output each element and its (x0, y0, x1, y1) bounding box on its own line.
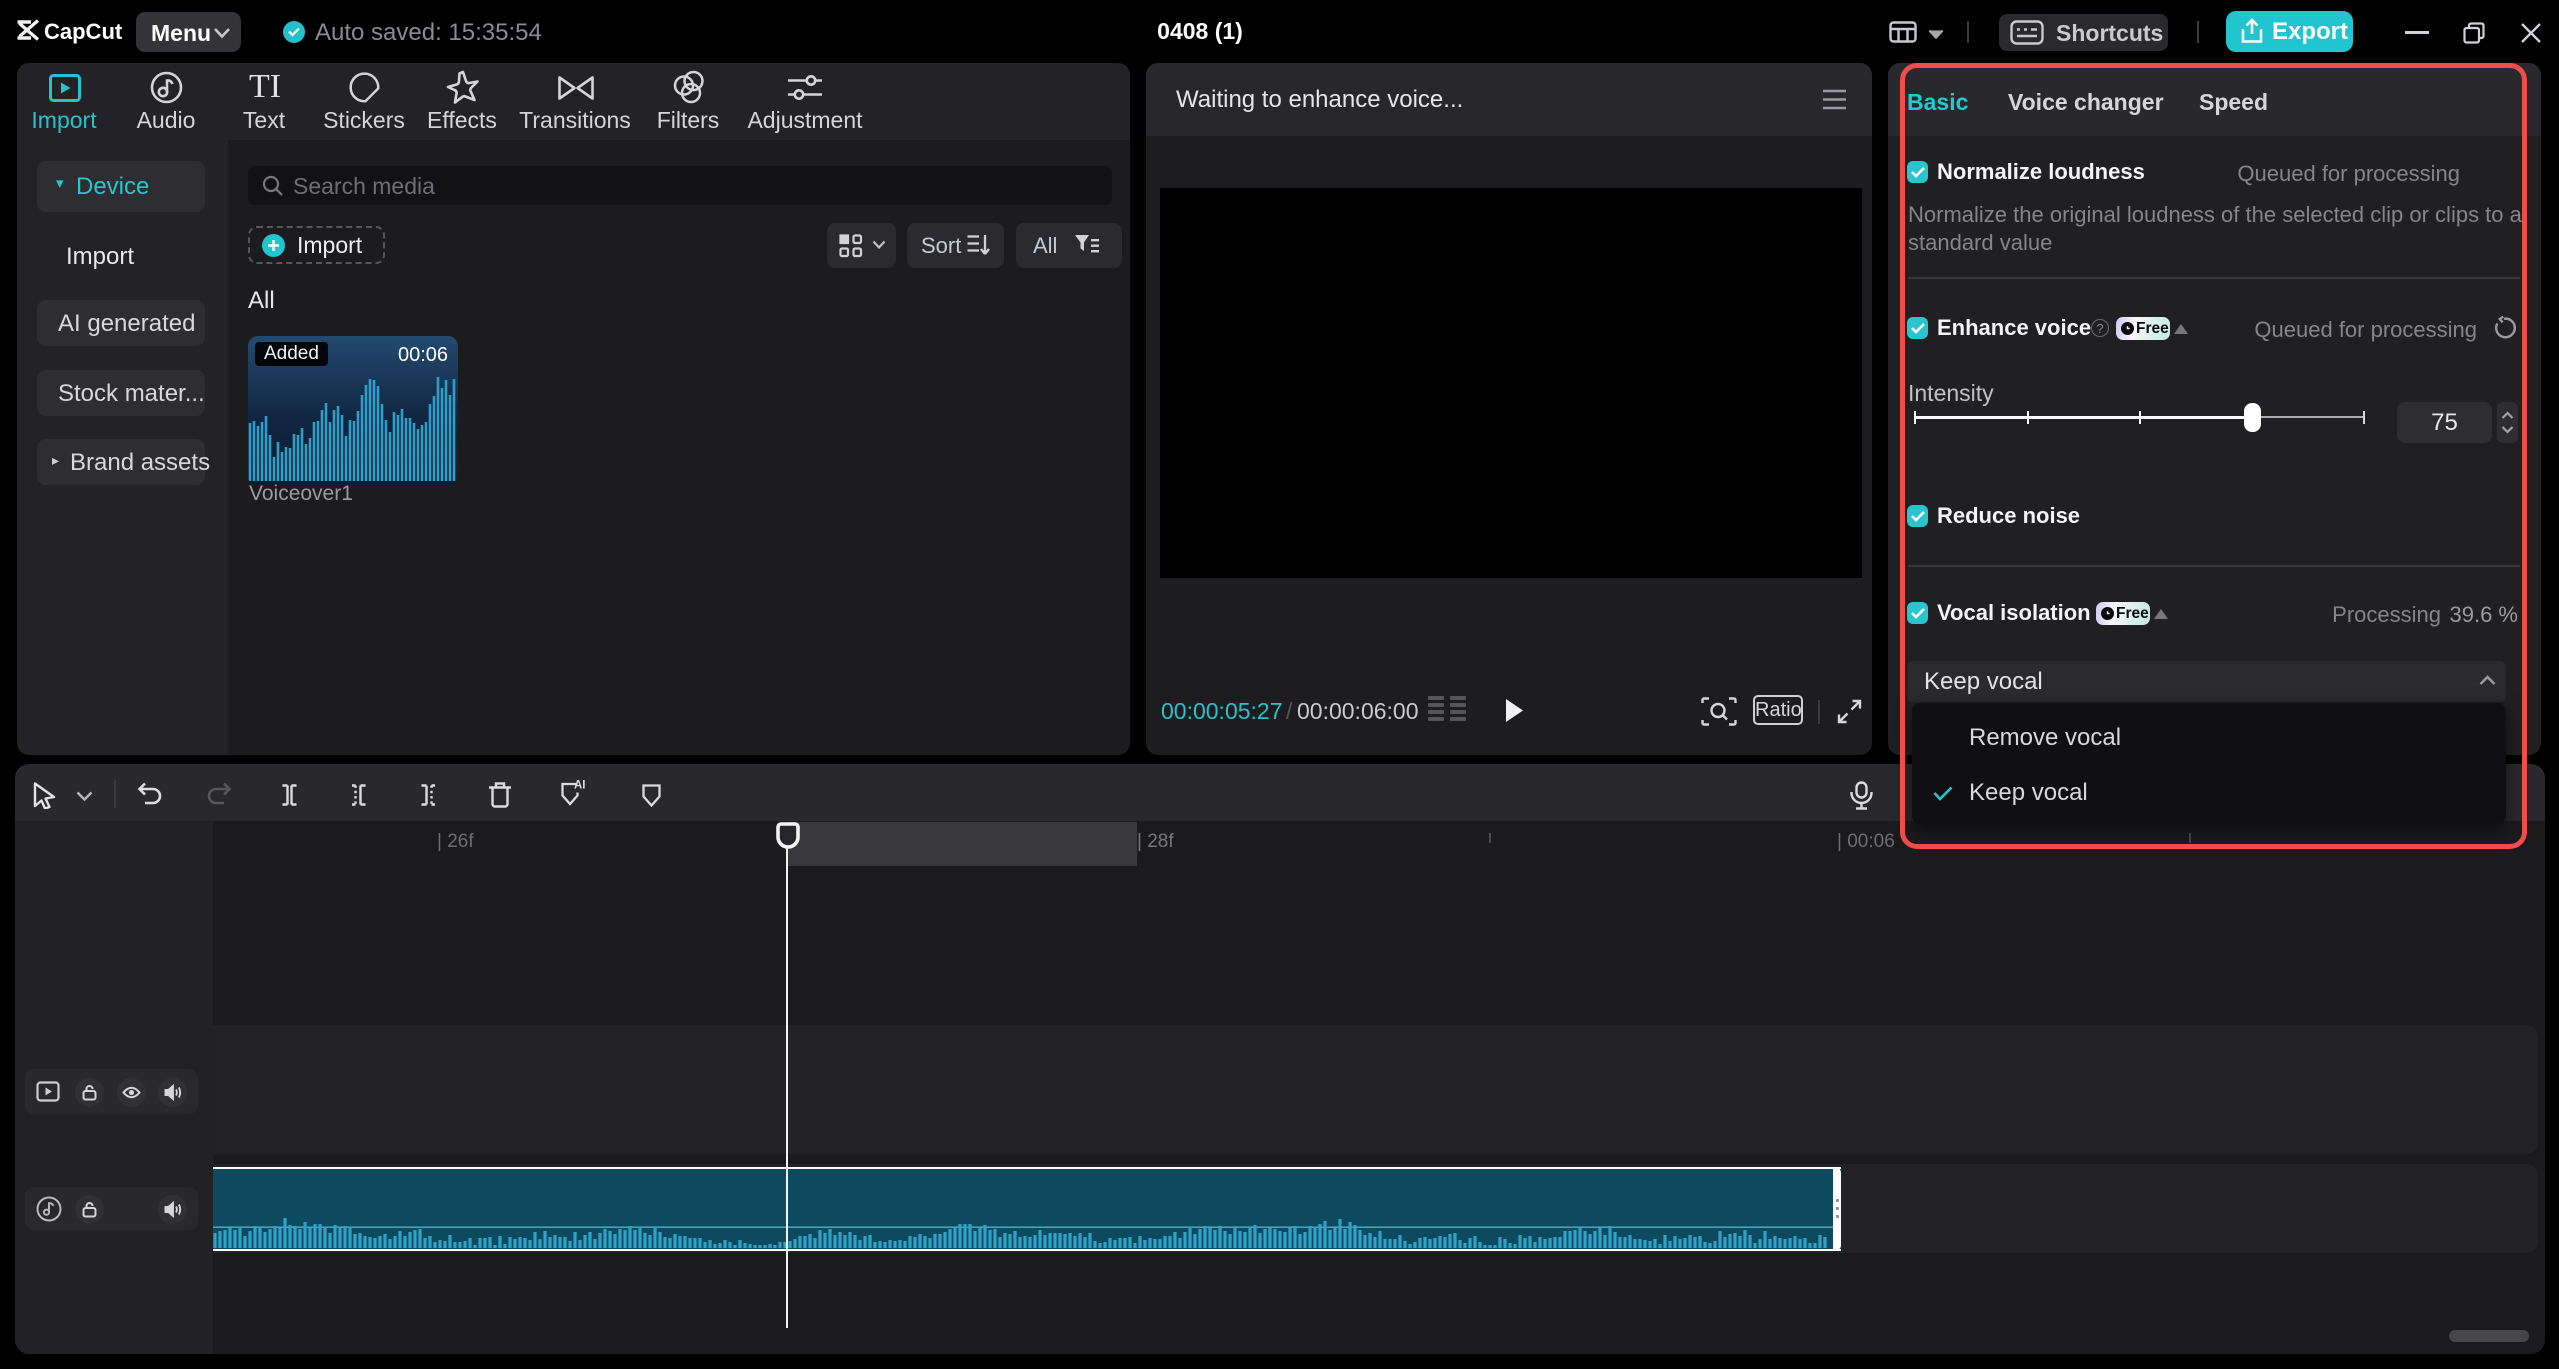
svg-text:AI: AI (574, 780, 586, 792)
